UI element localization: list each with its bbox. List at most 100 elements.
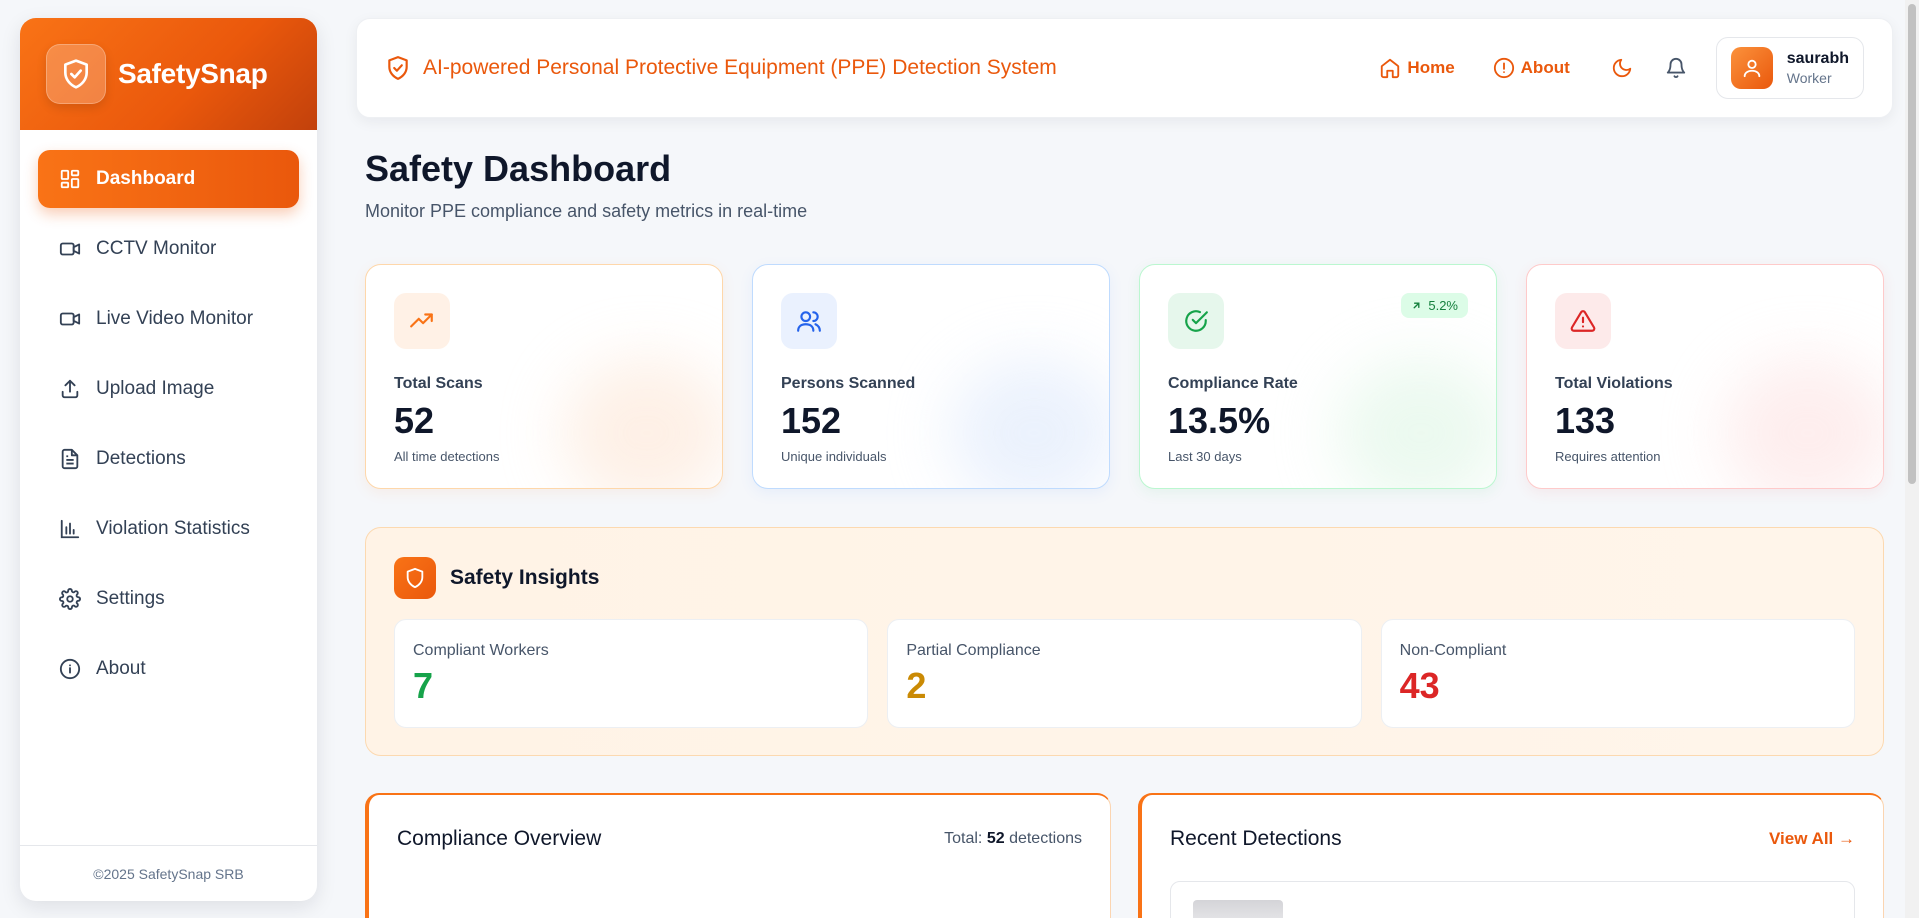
sidebar-item-settings[interactable]: Settings [38,570,299,628]
page-scrollbar[interactable] [1905,0,1919,918]
sidebar-item-upload-image[interactable]: Upload Image [38,360,299,418]
insight-label: Non-Compliant [1399,642,1507,659]
total-suffix: detections [1009,830,1082,847]
stat-note: Unique individuals [781,449,887,464]
insight-value: 7 [413,665,434,706]
trend-value: 5.2% [1428,298,1458,313]
bell-icon [1666,58,1685,79]
total-value: 52 [986,830,1005,847]
compliance-overview-panel: Compliance Overview Total: 52 detections [365,793,1111,918]
stat-label: Total Scans [394,375,483,392]
arrow-up-right-icon [1411,300,1422,311]
about-link-label: About [1520,58,1570,77]
stat-card-persons-scanned: Persons Scanned 152 Unique individuals [752,264,1110,489]
home-link[interactable]: Home [1379,57,1455,79]
panel-header: Compliance Overview Total: 52 detections [397,827,1082,851]
alert-circle-icon [1493,57,1515,79]
brand-header: SafetySnap [20,18,317,130]
insight-card-non-compliant: Non-Compliant 43 [1380,619,1855,728]
list-item[interactable] [1170,881,1855,918]
page-subtitle: Monitor PPE compliance and safety metric… [365,201,808,221]
stat-note: Requires attention [1555,449,1661,464]
stat-value: 52 [394,400,435,441]
user-menu[interactable]: saurabh Worker [1715,37,1864,99]
sidebar-item-cctv-monitor[interactable]: CCTV Monitor [38,220,299,278]
bar-chart-icon [58,517,82,541]
sidebar-item-label: Upload Image [96,378,215,399]
trend-badge: 5.2% [1401,293,1468,318]
sidebar-nav: Dashboard CCTV Monitor Live Video Monito… [20,130,317,698]
moon-icon [1612,58,1631,78]
insights-cards: Compliant Workers 7 Partial Compliance 2… [394,619,1855,728]
sidebar-item-label: About [96,658,146,679]
video-camera-icon [58,237,82,261]
sidebar-item-about[interactable]: About [38,640,299,698]
trending-up-icon [394,293,450,349]
panel-title: Recent Detections [1170,827,1342,850]
info-icon [58,657,82,681]
panel-title: Compliance Overview [397,827,602,850]
insight-card-partial: Partial Compliance 2 [887,619,1362,728]
user-name: saurabh [1786,50,1849,67]
header-actions: Home About saurabh Worker [1379,37,1864,99]
video-camera-icon [58,307,82,331]
sidebar-item-label: CCTV Monitor [96,238,217,259]
recent-detections-panel: Recent Detections View All → [1138,793,1884,918]
scrollbar-thumb[interactable] [1908,4,1916,484]
check-circle-icon [1168,293,1224,349]
stat-card-compliance-rate: 5.2% Compliance Rate 13.5% Last 30 days [1139,264,1497,489]
stat-value: 133 [1555,400,1616,441]
panel-header: Recent Detections View All → [1170,827,1855,851]
stat-label: Total Violations [1555,375,1673,392]
sidebar-item-live-video-monitor[interactable]: Live Video Monitor [38,290,299,348]
insight-label: Compliant Workers [413,642,549,659]
home-link-label: Home [1407,58,1455,77]
compliance-total: Total: 52 detections [944,830,1082,848]
insight-value: 2 [906,665,927,706]
safety-insights: Safety Insights Compliant Workers 7 Part… [365,527,1884,756]
sidebar-item-violation-statistics[interactable]: Violation Statistics [38,500,299,558]
user-info: saurabh Worker [1787,50,1849,86]
shield-check-icon [385,55,411,81]
shield-check-icon [46,44,106,104]
dashboard-icon [58,167,82,191]
stat-note: Last 30 days [1168,449,1242,464]
sidebar-item-label: Detections [96,448,186,469]
sidebar-item-dashboard[interactable]: Dashboard [38,150,299,208]
stat-label: Compliance Rate [1168,375,1298,392]
shield-icon [394,557,436,599]
about-link[interactable]: About [1493,57,1570,79]
warning-icon [1555,293,1611,349]
page-title: Safety Dashboard [365,148,672,189]
notifications-button[interactable] [1662,54,1690,82]
sidebar-item-label: Violation Statistics [96,518,250,539]
home-icon [1379,57,1401,79]
avatar [1730,47,1773,89]
sidebar-item-detections[interactable]: Detections [38,430,299,488]
user-role: Worker [1786,70,1832,86]
header-title: AI-powered Personal Protective Equipment… [385,55,1057,81]
stat-note: All time detections [394,449,500,464]
insights-header: Safety Insights [394,557,1855,599]
sidebar-item-label: Settings [96,588,165,609]
stat-card-total-scans: Total Scans 52 All time detections [365,264,723,489]
insights-title: Safety Insights [450,566,600,589]
view-all-link[interactable]: View All → [1769,829,1855,849]
insight-label: Partial Compliance [906,642,1041,659]
stat-label: Persons Scanned [781,375,916,392]
document-icon [58,447,82,471]
top-header: AI-powered Personal Protective Equipment… [356,18,1893,118]
dark-mode-toggle[interactable] [1608,54,1636,82]
insight-card-compliant: Compliant Workers 7 [394,619,869,728]
stats-row: Total Scans 52 All time detections Perso… [365,264,1884,489]
upload-icon [58,377,82,401]
sidebar-footer: ©2025 SafetySnap SRB [20,845,317,901]
gear-icon [58,587,82,611]
stat-value: 13.5% [1168,400,1271,441]
total-prefix: Total: [944,830,983,847]
detection-thumbnail [1193,900,1283,918]
sidebar-item-label: Dashboard [96,168,196,189]
sidebar: SafetySnap Dashboard CCTV Monitor Live V… [20,18,317,901]
insight-value: 43 [1399,665,1440,706]
brand-name: SafetySnap [118,58,268,89]
